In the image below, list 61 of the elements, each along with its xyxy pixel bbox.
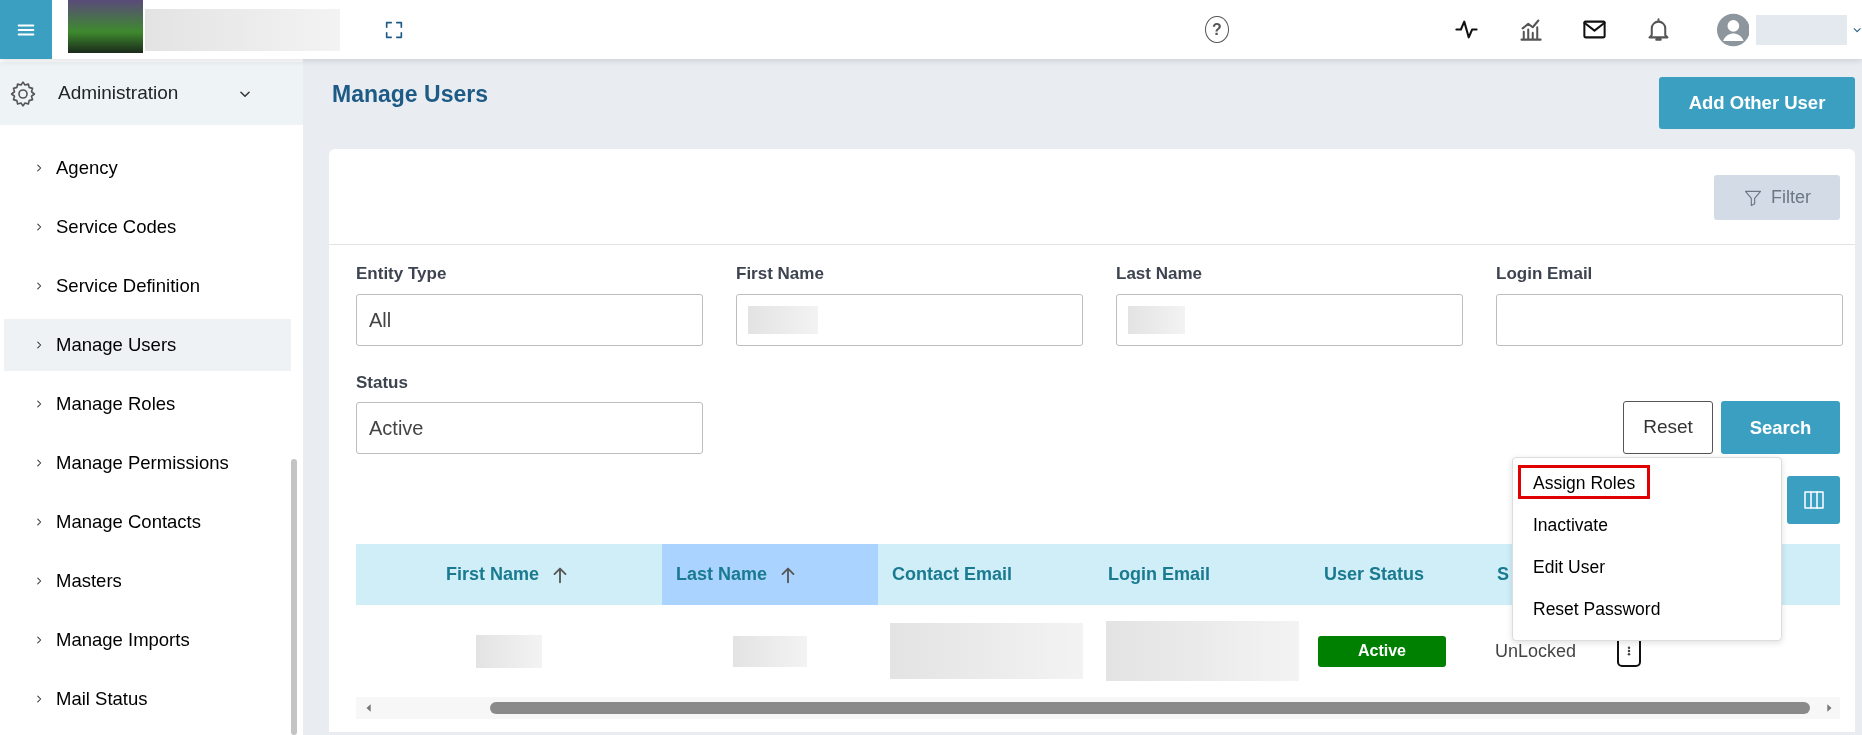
columns-icon (1801, 488, 1826, 512)
chevron-icon (34, 458, 44, 468)
scroll-right-icon (1824, 702, 1834, 714)
column-label: Login Email (1108, 563, 1210, 586)
sidebar-item[interactable]: Manage Users (4, 319, 291, 371)
menu-item[interactable]: Edit User (1518, 549, 1620, 583)
scrollbar-thumb[interactable] (291, 459, 297, 735)
chevron-icon (34, 340, 44, 350)
chevron-icon (34, 517, 44, 527)
sidebar-item[interactable]: Manage Roles (4, 378, 291, 430)
input-field[interactable] (736, 293, 1083, 346)
scrollbar-thumb[interactable] (490, 702, 1810, 714)
column-label: Contact Email (892, 563, 1013, 586)
menu-item[interactable]: Inactivate (1518, 507, 1623, 541)
column-label: User Status (1324, 563, 1425, 586)
field-label: Entity Type (356, 263, 448, 285)
column-header[interactable]: User Status (1310, 544, 1483, 605)
sidebar-item[interactable]: Manage Permissions (4, 437, 291, 489)
menu-item[interactable]: Assign Roles (1518, 465, 1651, 499)
section-header[interactable]: Administration (0, 62, 303, 125)
chevron-icon (34, 635, 44, 645)
column-header[interactable]: Contact Email (878, 544, 1094, 605)
redacted-block (1128, 305, 1185, 334)
input-field[interactable] (1496, 293, 1843, 346)
sidebar-item[interactable]: Agency (4, 142, 291, 194)
menu-button[interactable] (0, 0, 53, 59)
section-label: Administration (58, 81, 180, 106)
field-label: Status (356, 371, 409, 394)
table-cell: UnLocked (1495, 640, 1577, 661)
column-header[interactable]: First Name (356, 544, 662, 605)
field-label: First Name (736, 263, 825, 285)
columns-button[interactable] (1787, 476, 1840, 524)
sidebar-item[interactable]: Manage Contacts (4, 496, 291, 548)
gear-icon (8, 78, 38, 109)
horizontal-scrollbar[interactable] (356, 697, 1840, 719)
field-label: Login Email (1496, 263, 1594, 285)
sidebar-item[interactable]: Mail Status (4, 673, 291, 725)
chevron-icon (34, 163, 44, 173)
chevron-icon (34, 399, 44, 409)
scroll-left-icon (364, 702, 374, 714)
menu-item[interactable]: Reset Password (1518, 591, 1676, 625)
field-label: Last Name (1116, 263, 1203, 285)
input-field[interactable] (1116, 293, 1463, 346)
column-label: First Name (446, 563, 540, 586)
select-field[interactable]: Active (356, 402, 703, 454)
column-header[interactable]: Login Email (1094, 544, 1310, 605)
chevron-icon (34, 576, 44, 586)
sidebar-item[interactable]: Service Codes (4, 201, 291, 253)
column-label: Last Name (676, 563, 768, 586)
chevron-icon (34, 222, 44, 232)
chevron-icon (34, 694, 44, 704)
redacted-block (748, 305, 818, 334)
page-title: Manage Users (332, 80, 488, 109)
chevron-icon (34, 281, 44, 291)
sidebar-item[interactable]: Masters (4, 555, 291, 607)
sidebar-item[interactable]: Manage Imports (4, 614, 291, 666)
redacted-block (476, 634, 542, 668)
status-label: Active (1318, 635, 1446, 667)
sidebar-item[interactable]: Service Definition (4, 260, 291, 312)
reset-button[interactable]: Reset (1623, 401, 1713, 454)
select-field[interactable]: All (356, 293, 703, 346)
